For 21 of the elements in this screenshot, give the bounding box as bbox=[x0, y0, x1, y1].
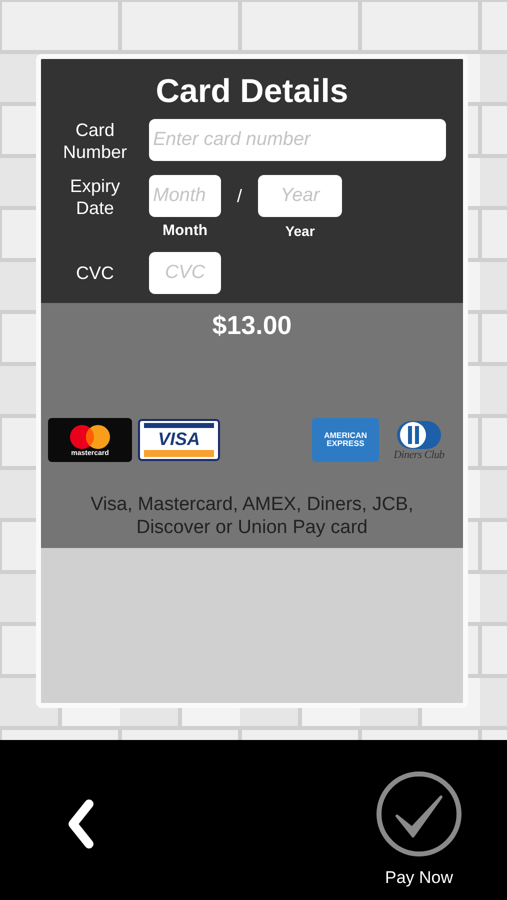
field-label: Expiry Date bbox=[68, 175, 121, 219]
logo-text: Diners Club bbox=[394, 450, 444, 460]
cvc-field[interactable]: CVC bbox=[149, 252, 221, 294]
year-field[interactable]: Year bbox=[258, 175, 342, 217]
stripe-icon bbox=[144, 423, 214, 428]
amount-text: $13.00 bbox=[212, 309, 292, 341]
logo-text: VISA bbox=[158, 430, 200, 448]
logo-text: AMERICAN EXPRESS bbox=[322, 432, 368, 448]
accepted-cards-note: Visa, Mastercard, AMEX, Diners, JCB, Discover or Union Pay card bbox=[90, 493, 414, 539]
field-label: CVC bbox=[74, 262, 115, 284]
circles-icon bbox=[396, 420, 442, 450]
field-label: Card Number bbox=[62, 119, 128, 163]
separator-text: / bbox=[236, 185, 243, 208]
stripe-icon bbox=[144, 450, 214, 457]
panel-title: Card Details bbox=[156, 71, 348, 111]
field-caption: Year bbox=[285, 222, 315, 240]
pay-now-button[interactable]: Pay Now bbox=[375, 770, 463, 888]
field-caption: Month bbox=[162, 222, 208, 240]
card-number-field[interactable]: Enter card number bbox=[149, 119, 446, 161]
month-field[interactable]: Month bbox=[149, 175, 221, 217]
checkmark-circle-icon bbox=[375, 770, 463, 858]
